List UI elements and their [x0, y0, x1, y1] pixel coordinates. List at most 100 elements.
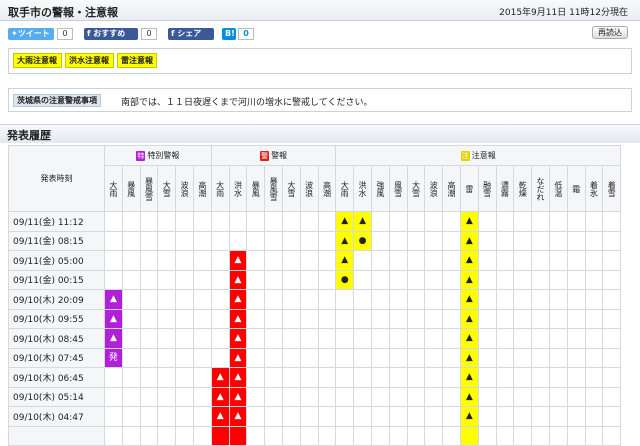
reload-button[interactable]: 再読込 [592, 26, 628, 39]
status-cell: ● [353, 230, 372, 251]
status-cell [602, 269, 622, 290]
status-cell [246, 211, 266, 232]
status-cell [495, 406, 515, 427]
status-cell [139, 308, 159, 329]
status-symbol: ▲ [465, 274, 473, 285]
status-symbol: ▲ [465, 372, 473, 383]
status-cell [264, 367, 283, 388]
status-cell [566, 308, 586, 329]
status-cell [139, 328, 159, 349]
status-cell [513, 250, 533, 271]
status-cell [317, 211, 337, 232]
status-cell [513, 211, 533, 232]
status-cell [139, 269, 159, 290]
column-header: 高潮 [442, 165, 461, 212]
status-cell [388, 308, 408, 329]
status-cell [424, 211, 444, 232]
column-header: 洪水 [353, 165, 372, 212]
status-cell [335, 347, 355, 368]
column-header: 着雪 [602, 165, 622, 212]
status-symbol: ▲ [341, 235, 349, 246]
column-header: 着氷 [584, 165, 604, 212]
column-header: 大雨 [104, 165, 123, 212]
tweet-button[interactable]: ✦ツイート [8, 28, 54, 40]
status-cell [281, 425, 301, 446]
status-cell [477, 250, 497, 271]
status-cell: ▲ [459, 308, 479, 329]
table-row: 09/10(木) 08:45 ▲ ▲ ▲ [8, 328, 622, 349]
status-cell [246, 425, 266, 446]
prefecture-notice-panel: 茨城県の注意警戒事項 南部では、１１日夜遅くまで河川の増水に警戒してください。 [8, 88, 632, 112]
table-row: 09/10(木) 07:45 発 ▲ ▲ [8, 347, 622, 368]
status-cell [477, 289, 497, 310]
status-cell [281, 211, 301, 232]
status-cell [442, 289, 461, 310]
status-cell [495, 289, 515, 310]
status-cell [121, 425, 141, 446]
status-cell: ● [335, 269, 355, 290]
status-cell [548, 230, 568, 251]
advisory-badge-flood: 洪水注意報 [65, 53, 114, 68]
status-cell [424, 425, 444, 446]
status-cell: ▲ [228, 367, 248, 388]
status-cell: ▲ [459, 269, 479, 290]
status-cell [548, 406, 568, 427]
status-cell [602, 308, 622, 329]
status-cell [459, 425, 479, 446]
recommend-count: 0 [141, 28, 157, 40]
status-cell [424, 289, 444, 310]
status-cell [281, 367, 301, 388]
status-cell [264, 406, 283, 427]
column-header: 風雪 [388, 165, 408, 212]
status-cell [513, 269, 533, 290]
table-row: 09/11(金) 11:12 ▲ ▲ ▲ [8, 211, 622, 232]
status-cell [299, 230, 319, 251]
status-cell [335, 308, 355, 329]
status-cell [121, 328, 141, 349]
status-cell [299, 211, 319, 232]
status-cell [602, 347, 622, 368]
recommend-button[interactable]: f おすすめ [84, 28, 138, 40]
status-cell: ▲ [459, 250, 479, 271]
status-symbol: ▲ [465, 391, 473, 402]
status-cell [442, 211, 461, 232]
group-header: 警警報 [210, 145, 337, 166]
status-cell [353, 367, 372, 388]
column-header: 洪水 [228, 165, 248, 212]
status-cell: ▲ [210, 367, 230, 388]
history-title: 発表履歴 [7, 129, 51, 142]
share-button[interactable]: f シェア [168, 28, 214, 40]
status-cell [228, 211, 248, 232]
status-cell: ▲ [210, 406, 230, 427]
table-row: 09/10(木) 20:09 ▲ ▲ ▲ [8, 289, 622, 310]
group-tag: 特 [136, 151, 146, 161]
tweet-count: 0 [57, 28, 73, 40]
status-cell [264, 230, 283, 251]
status-cell [602, 289, 622, 310]
status-cell [210, 269, 230, 290]
status-cell [139, 347, 159, 368]
table-row: 09/11(金) 08:15 ▲ ● ▲ [8, 230, 622, 251]
status-cell [104, 250, 123, 271]
issue-time: 09/11(金) 08:15 [8, 230, 105, 251]
status-cell: ▲ [104, 308, 123, 329]
status-cell [192, 425, 212, 446]
twitter-bird-icon: ✦ [11, 29, 18, 38]
status-cell [139, 230, 159, 251]
status-cell [548, 289, 568, 310]
status-cell [513, 347, 533, 368]
status-cell [335, 289, 355, 310]
status-cell: ▲ [459, 347, 479, 368]
status-cell [264, 250, 283, 271]
status-cell: ▲ [459, 289, 479, 310]
status-cell [388, 269, 408, 290]
hatena-bookmark-button[interactable]: B! [222, 28, 236, 40]
status-cell [281, 250, 301, 271]
status-cell [264, 386, 283, 407]
status-cell [477, 425, 497, 446]
status-cell: 発 [104, 347, 123, 368]
status-cell [299, 250, 319, 271]
status-cell [442, 386, 461, 407]
table-row: 09/10(木) 05:14 ▲ ▲ ▲ [8, 386, 622, 407]
status-cell [388, 386, 408, 407]
